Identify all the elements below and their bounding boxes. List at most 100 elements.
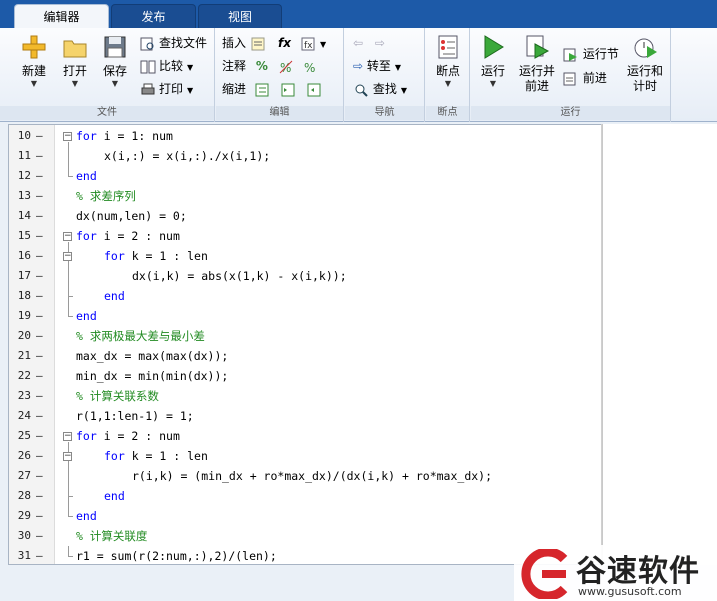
breakpoint-marker[interactable]: – [36,226,43,246]
open-label: 打开 [62,64,87,78]
code-line[interactable]: 22– min_dx = min(min(dx)); [9,366,603,386]
run-section-button[interactable]: 运行节 [563,44,619,64]
breakpoint-marker[interactable]: – [36,546,43,566]
code-line[interactable]: 26– for k = 1 : len [9,446,603,466]
code-text: % 计算关联系数 [76,386,159,406]
save-label: 保存 [102,64,127,78]
fold-toggle[interactable]: − [63,252,72,261]
back-arrow-icon[interactable]: ⇦ [353,36,363,50]
code-line[interactable]: 27– r(i,k) = (min_dx + ro*max_dx)/(dx(i,k… [9,466,603,486]
fx-icon: fx [278,36,291,50]
breakpoints-button[interactable]: 断点 ▼ [428,32,468,98]
compare-button[interactable]: 比较 ▼ [140,56,193,76]
breakpoint-marker[interactable]: – [36,306,43,326]
advance-button[interactable]: 前进 [563,68,607,88]
code-line[interactable]: 29– end [9,506,603,526]
code-line[interactable]: 23– % 计算关联系数 [9,386,603,406]
breakpoint-marker[interactable]: – [36,166,43,186]
run-and-advance-button[interactable]: 运行并 前进 [515,32,559,98]
tab-publish[interactable]: 发布 [111,4,196,28]
comment-button[interactable]: 注释 % % % [222,56,318,76]
indent-button[interactable]: 缩进 [222,79,322,99]
watermark-logo-icon [521,549,568,599]
breakpoint-marker[interactable]: – [36,366,43,386]
fold-end [68,296,73,297]
fold-toggle[interactable]: − [63,132,72,141]
breakpoint-marker[interactable]: – [36,406,43,426]
breakpoint-marker[interactable]: – [36,146,43,166]
code-line[interactable]: 21– max_dx = max(max(dx)); [9,346,603,366]
breakpoint-marker[interactable]: – [36,326,43,346]
section-breakpoints-label: 断点 [426,106,469,120]
wrap-comments-icon: % [304,61,315,75]
line-number: 20 [17,329,31,342]
line-number: 23 [17,389,31,402]
code-line[interactable]: 16– for k = 1 : len [9,246,603,266]
code-line[interactable]: 24– r(1,1:len-1) = 1; [9,406,603,426]
fold-toggle[interactable]: − [63,452,72,461]
breakpoint-marker[interactable]: – [36,466,43,486]
new-label: 新建 [21,64,46,78]
line-number: 14 [17,209,31,222]
run-button[interactable]: 运行 ▼ [473,32,513,98]
code-line[interactable]: 28– end [9,486,603,506]
code-line[interactable]: 10– for i = 1: num [9,126,603,146]
new-plus-icon [22,35,46,59]
code-line[interactable]: 17– dx(i,k) = abs(x(1,k) - x(i,k)); [9,266,603,286]
fold-toggle[interactable]: − [63,232,72,241]
breakpoint-marker[interactable]: – [36,426,43,446]
insert-button[interactable]: 插入 [222,33,266,53]
save-button[interactable]: 保存 ▼ [95,32,135,98]
code-line[interactable]: 15– for i = 2 : num [9,226,603,246]
breakpoints-icon [438,35,458,59]
breakpoint-marker[interactable]: – [36,206,43,226]
code-line[interactable]: 20– % 求两极最大差与最小差 [9,326,603,346]
run-and-time-button[interactable]: 运行和 计时 [623,32,667,98]
forward-arrow-icon[interactable]: ⇨ [375,36,385,50]
breakpoint-marker[interactable]: – [36,246,43,266]
code-text: end [104,286,125,306]
code-token: r(1,1:len-1) = 1; [76,409,194,423]
code-line[interactable]: 30– % 计算关联度 [9,526,603,546]
code-line[interactable]: 14– dx(num,len) = 0; [9,206,603,226]
line-number: 27 [17,469,31,482]
code-editor[interactable]: 10– for i = 1: num 11– x(i,:) = x(i,:)./x(i… [8,124,602,565]
breakpoint-marker[interactable]: – [36,386,43,406]
goto-button[interactable]: ⇨ 转至 ▼ [353,56,401,76]
code-line[interactable]: 12– end [9,166,603,186]
breakpoint-marker[interactable]: – [36,346,43,366]
print-button[interactable]: 打印 ▼ [140,79,193,99]
new-button[interactable]: 新建 ▼ [14,32,54,98]
advance-icon [563,72,576,85]
breakpoint-marker[interactable]: – [36,526,43,546]
insert-function-button[interactable]: fx [278,33,291,53]
breakpoint-marker[interactable]: – [36,266,43,286]
tab-editor[interactable]: 编辑器 [14,4,109,28]
code-token: k = 1 : len [124,449,208,463]
tab-view[interactable]: 视图 [198,4,282,28]
back-forward-buttons[interactable]: ⇦ ⇨ [353,33,385,53]
code-line[interactable]: 11– x(i,:) = x(i,:)./x(i,1); [9,146,603,166]
find-button[interactable]: 查找 ▼ [353,79,407,99]
breakpoint-marker[interactable]: – [36,186,43,206]
code-line[interactable]: 25– for i = 2 : num [9,426,603,446]
keyword-token: for [76,129,97,143]
line-number: 22 [17,369,31,382]
breakpoint-marker[interactable]: – [36,286,43,306]
code-line[interactable]: 19– end [9,306,603,326]
find-files-label: 查找文件 [159,36,208,50]
code-line[interactable]: 18– end [9,286,603,306]
fold-toggle[interactable]: − [63,432,72,441]
breakpoint-marker[interactable]: – [36,506,43,526]
breakpoint-marker[interactable]: – [36,446,43,466]
code-line[interactable]: 13– % 求差序列 [9,186,603,206]
find-files-button[interactable]: 查找文件 [140,33,207,53]
open-button[interactable]: 打开 ▼ [55,32,95,98]
run-label: 运行 [480,64,505,78]
insert-more-button[interactable]: fx ▼ [300,33,326,53]
fold-guide [68,142,69,176]
breakpoint-marker[interactable]: – [36,486,43,506]
run-play-icon [484,35,504,59]
code-text: r1 = sum(r(2:num,:),2)/(len); [76,546,277,566]
breakpoint-marker[interactable]: – [36,126,43,146]
